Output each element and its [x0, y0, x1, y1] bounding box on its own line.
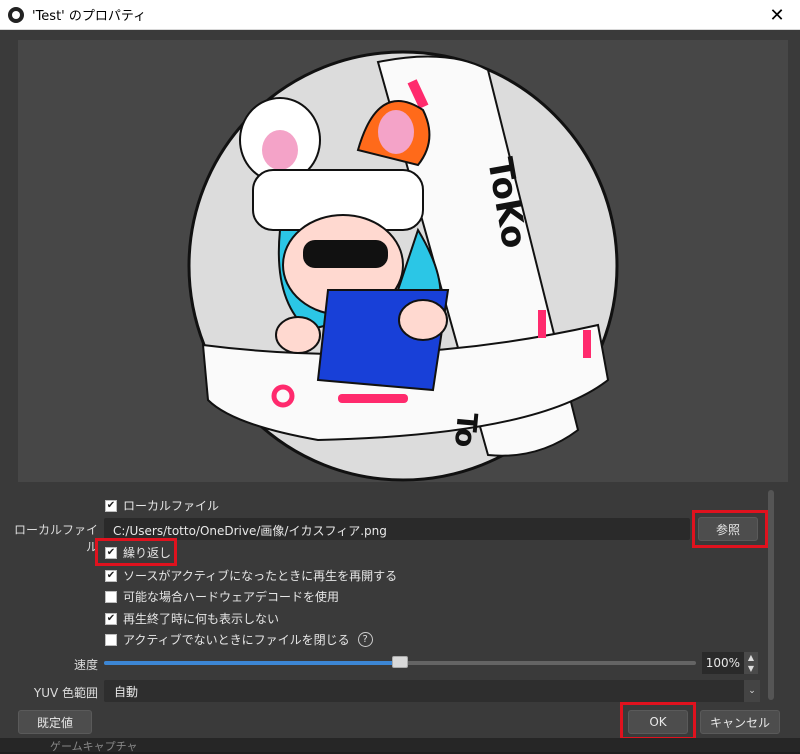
local-file-checkbox[interactable]: ローカルファイル	[105, 497, 219, 514]
speed-spinner[interactable]: ▲ ▼	[744, 652, 758, 674]
help-icon[interactable]: ?	[357, 632, 373, 647]
option-loop-box[interactable]	[105, 546, 117, 559]
local-file-checkbox-box[interactable]	[105, 499, 117, 512]
preview-text-to: To	[448, 411, 484, 448]
option-close-when-inactive[interactable]: アクティブでないときにファイルを閉じる ?	[105, 631, 373, 648]
ok-button[interactable]: OK	[628, 710, 688, 734]
title-bar: 'Test' のプロパティ ✕	[0, 0, 800, 30]
speed-slider[interactable]	[104, 656, 696, 668]
spin-down-icon[interactable]: ▼	[748, 664, 754, 673]
yuv-range-value: 自動	[114, 685, 139, 699]
image-preview: ToKo To	[18, 40, 788, 482]
option-close-inactive-box[interactable]	[105, 633, 117, 646]
cancel-button[interactable]: キャンセル	[700, 710, 780, 734]
local-file-checkbox-label: ローカルファイル	[123, 499, 220, 513]
option-restart-on-active[interactable]: ソースがアクティブになったときに再生を再開する	[105, 567, 397, 584]
window-title: 'Test' のプロパティ	[32, 9, 147, 24]
option-hide-on-end[interactable]: 再生終了時に何も表示しない	[105, 610, 279, 627]
yuv-range-select[interactable]: 自動 ⌄	[104, 680, 760, 702]
speed-slider-thumb[interactable]	[392, 656, 408, 668]
defaults-button[interactable]: 既定値	[18, 710, 92, 734]
speed-value-field[interactable]: 100%	[702, 652, 744, 674]
browse-button[interactable]: 参照	[698, 517, 758, 541]
spin-up-icon[interactable]: ▲	[748, 653, 754, 662]
speed-label: 速度	[73, 658, 98, 672]
preview-image: ToKo To	[187, 50, 619, 482]
option-hw-decode[interactable]: 可能な場合ハードウェアデコードを使用	[105, 588, 339, 605]
properties-dialog: 'Test' のプロパティ ✕ ToKo To ✔ ローカルファイル ローカルフ…	[0, 0, 800, 753]
chevron-down-icon[interactable]: ⌄	[744, 680, 760, 702]
option-hide-on-end-box[interactable]	[105, 612, 117, 625]
dialog-content: ToKo To ローカルファイル ローカルファイル C:/Users/totto…	[6, 30, 794, 752]
option-hw-decode-box[interactable]	[105, 590, 117, 603]
option-close-inactive-label: アクティブでないときにファイルを閉じる	[123, 633, 350, 647]
local-file-label: ローカルファイル	[13, 523, 98, 554]
option-restart-box[interactable]	[105, 569, 117, 582]
option-loop[interactable]: 繰り返し	[105, 544, 171, 561]
background-obs-strip: ゲームキャプチャ	[0, 738, 800, 753]
speed-slider-fill	[104, 661, 400, 665]
option-loop-label: 繰り返し	[123, 546, 172, 560]
obs-app-icon	[8, 6, 24, 23]
option-hw-decode-label: 可能な場合ハードウェアデコードを使用	[123, 590, 340, 604]
local-file-path-field[interactable]: C:/Users/totto/OneDrive/画像/イカスフィア.png	[104, 518, 690, 540]
close-button[interactable]: ✕	[754, 0, 800, 30]
option-hide-on-end-label: 再生終了時に何も表示しない	[123, 612, 280, 626]
yuv-label: YUV 色範囲	[33, 686, 98, 700]
option-restart-label: ソースがアクティブになったときに再生を再開する	[123, 569, 398, 583]
properties-scrollbar[interactable]	[768, 490, 774, 700]
